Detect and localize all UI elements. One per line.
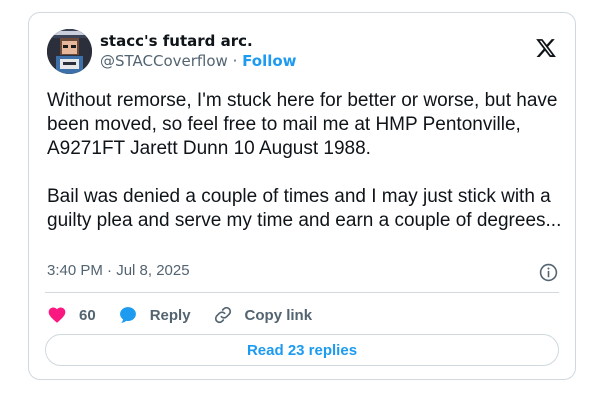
handle-row: @STACCoverflow · Follow [100,51,297,71]
display-name[interactable]: stacc's futard arc. [100,31,297,51]
handle[interactable]: @STACCoverflow [100,52,228,70]
avatar[interactable] [47,29,92,74]
x-logo-icon[interactable] [535,37,557,59]
tweet-text: Without remorse, I'm stuck here for bett… [47,90,562,231]
speech-bubble-icon [119,307,136,323]
divider [45,292,559,293]
reply-button[interactable]: Reply [118,305,191,325]
copy-link-label: Copy link [244,306,313,324]
tweet-header: stacc's futard arc. @STACCoverflow · Fol… [47,29,559,77]
link-icon [214,306,231,324]
timestamp[interactable]: 3:40 PM · Jul 8, 2025 [47,262,190,279]
heart-icon [48,307,66,323]
author-info: stacc's futard arc. @STACCoverflow · Fol… [100,31,297,71]
action-bar: 60 Reply Copy link [47,303,312,327]
separator: · [227,52,243,70]
like-count: 60 [79,306,96,324]
like-button[interactable]: 60 [47,305,96,325]
follow-button[interactable]: Follow [242,52,296,70]
info-icon[interactable] [539,263,558,282]
read-replies-button[interactable]: Read 23 replies [45,334,559,366]
tweet-card[interactable]: stacc's futard arc. @STACCoverflow · Fol… [28,12,576,380]
reply-label: Reply [149,306,191,324]
copy-link-button[interactable]: Copy link [213,305,313,325]
